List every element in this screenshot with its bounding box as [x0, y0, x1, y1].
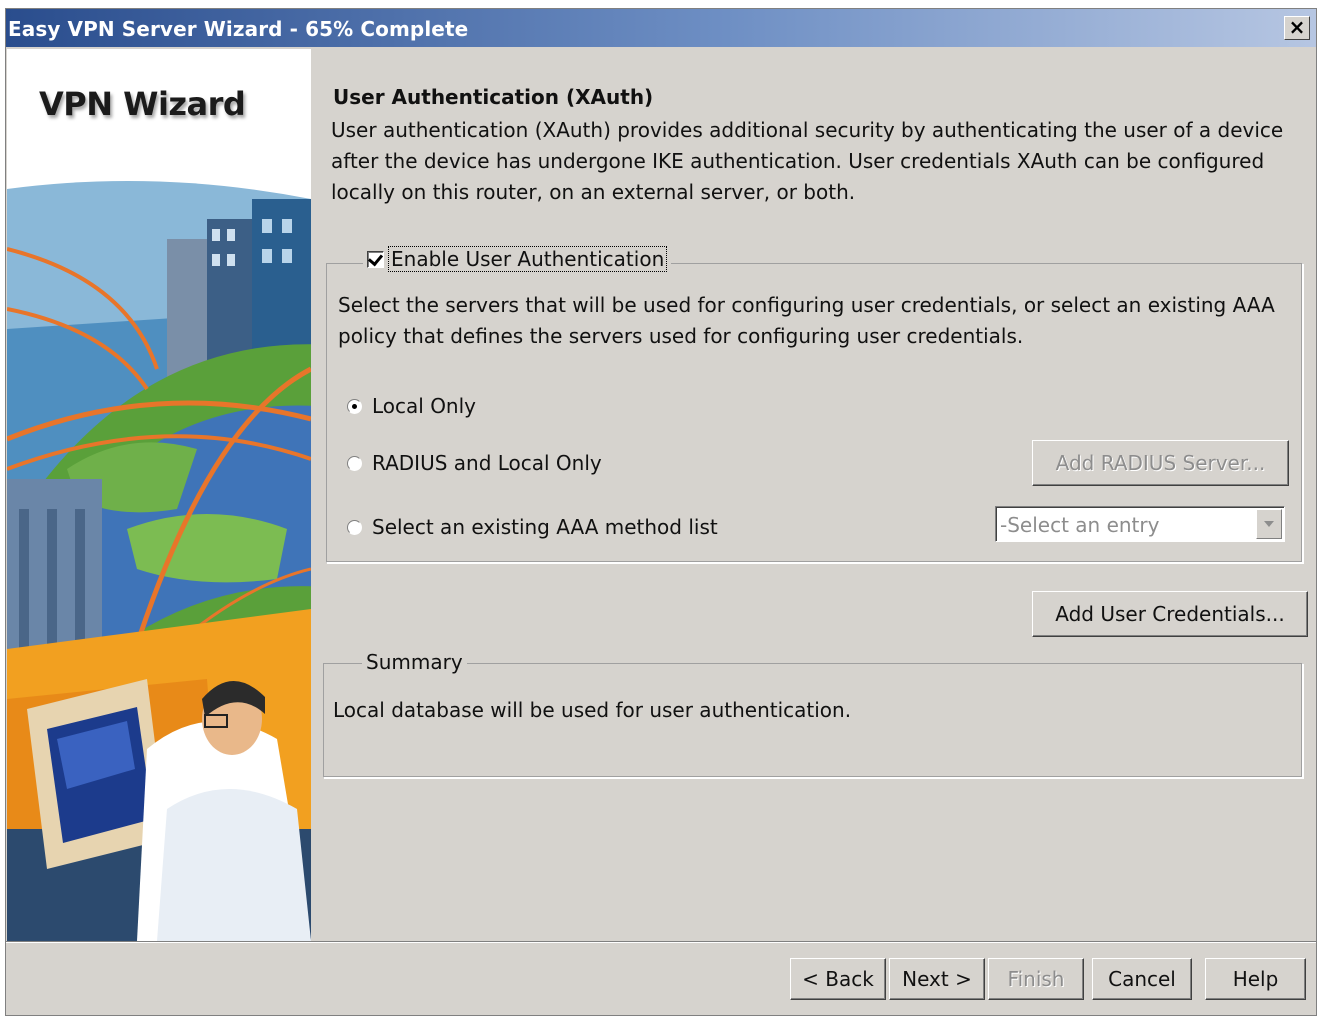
wizard-content: User Authentication (XAuth) User authent…: [311, 49, 1316, 941]
add-user-credentials-button[interactable]: Add User Credentials...: [1032, 591, 1308, 637]
radio-label[interactable]: Local Only: [372, 394, 476, 418]
summary-legend: Summary: [362, 650, 467, 674]
vpn-wizard-illustration: [7, 49, 311, 941]
radio-label[interactable]: Select an existing AAA method list: [372, 515, 718, 539]
wizard-window: Easy VPN Server Wizard - 65% Complete ×: [5, 8, 1317, 1016]
next-button[interactable]: Next >: [889, 958, 985, 1000]
enable-user-auth-label[interactable]: Enable User Authentication: [388, 246, 668, 272]
radio-local-only[interactable]: Local Only: [347, 394, 476, 418]
section-description: User authentication (XAuth) provides add…: [331, 118, 1284, 204]
help-button[interactable]: Help: [1205, 958, 1306, 1000]
aaa-method-list-select[interactable]: -Select an entry: [995, 506, 1285, 542]
title-bar: Easy VPN Server Wizard - 65% Complete ×: [6, 9, 1316, 47]
wizard-side-panel: VPN Wizard: [7, 49, 311, 941]
window-title: Easy VPN Server Wizard - 65% Complete: [8, 17, 469, 41]
summary-text: Local database will be used for user aut…: [333, 698, 852, 722]
radio-aaa-method-list[interactable]: Select an existing AAA method list: [347, 515, 718, 539]
select-value: -Select an entry: [1000, 513, 1160, 537]
radio-radius-and-local[interactable]: RADIUS and Local Only: [347, 451, 602, 475]
back-button[interactable]: < Back: [790, 958, 886, 1000]
footer-separator: [6, 941, 1316, 943]
checkbox-box[interactable]: [367, 250, 384, 268]
radio-button[interactable]: [347, 519, 362, 535]
cancel-button[interactable]: Cancel: [1092, 958, 1192, 1000]
wizard-title: VPN Wizard: [39, 85, 246, 123]
radio-selected-dot: [352, 403, 357, 409]
radio-button[interactable]: [347, 455, 362, 471]
user-auth-group: Enable User Authentication Select the se…: [326, 246, 1303, 563]
close-button[interactable]: ×: [1284, 16, 1310, 40]
auth-description: Select the servers that will be used for…: [338, 293, 1275, 348]
chevron-down-icon[interactable]: [1256, 509, 1282, 539]
section-title: User Authentication (XAuth): [333, 85, 654, 109]
radio-button[interactable]: [347, 398, 362, 414]
radio-label[interactable]: RADIUS and Local Only: [372, 451, 602, 475]
finish-button[interactable]: Finish: [988, 958, 1084, 1000]
add-radius-server-button[interactable]: Add RADIUS Server...: [1032, 440, 1289, 486]
enable-user-auth-checkbox[interactable]: Enable User Authentication: [363, 246, 672, 272]
summary-group: Summary Local database will be used for …: [323, 650, 1303, 778]
checkmark-icon: [367, 250, 384, 266]
